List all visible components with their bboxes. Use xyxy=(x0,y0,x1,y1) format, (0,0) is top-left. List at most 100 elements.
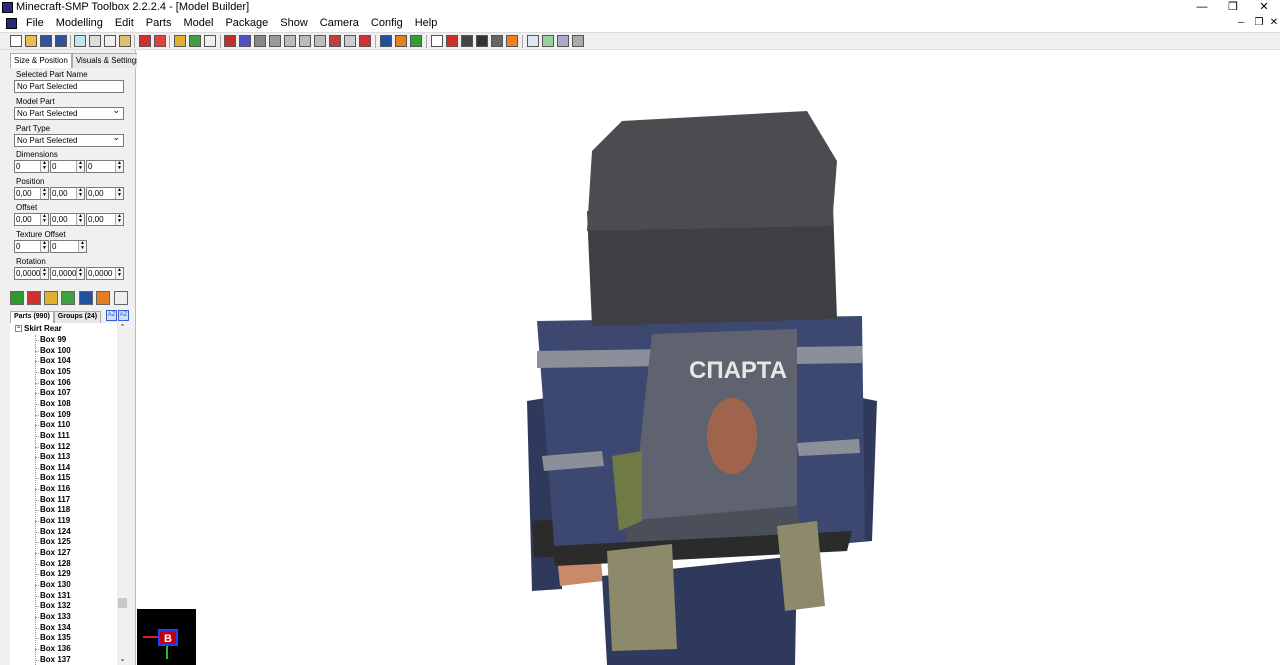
new-file-icon[interactable] xyxy=(10,35,22,47)
spinner-arrows-icon[interactable]: ▲ ▼ xyxy=(76,214,84,225)
tree-item[interactable]: Box 135 xyxy=(35,633,71,642)
scrollbar-thumb[interactable] xyxy=(118,598,127,608)
tree-item[interactable]: Box 134 xyxy=(35,623,71,632)
tree-item[interactable]: Box 133 xyxy=(35,612,71,621)
check-grid-icon[interactable] xyxy=(542,35,554,47)
tree-item[interactable]: Box 107 xyxy=(35,388,71,397)
offset-x-spinner[interactable]: 0,00 ▲ ▼ xyxy=(14,213,49,226)
graph-part-icon[interactable] xyxy=(79,291,93,305)
open-folder-icon[interactable] xyxy=(25,35,37,47)
tree-item[interactable]: Box 106 xyxy=(35,378,71,387)
minimize-button[interactable]: — xyxy=(1187,0,1217,15)
tree-item[interactable]: Box 111 xyxy=(35,431,70,440)
brush-part-icon[interactable] xyxy=(96,291,110,305)
spinner-arrows-icon[interactable]: ▲ ▼ xyxy=(115,268,123,279)
selected-part-name-input[interactable]: No Part Selected xyxy=(14,80,124,93)
tree-item[interactable]: Box 99 xyxy=(34,335,66,344)
tree-item[interactable]: Box 130 xyxy=(35,580,71,589)
position-x-spinner[interactable]: 0,00 ▲ ▼ xyxy=(14,187,49,200)
tree-root-node[interactable]: − Skirt Rear xyxy=(15,324,62,333)
center-icon[interactable] xyxy=(359,35,371,47)
sphere-icon[interactable] xyxy=(476,35,488,47)
grid-icon[interactable] xyxy=(527,35,539,47)
menu-camera[interactable]: Camera xyxy=(314,17,365,30)
child-minimize-button[interactable]: – xyxy=(1232,17,1250,28)
tools-icon[interactable] xyxy=(572,35,584,47)
tree-item[interactable]: Box 118 xyxy=(34,505,70,514)
move-z-icon[interactable] xyxy=(254,35,266,47)
rotation-z-spinner[interactable]: 0,0000 ▲ ▼ xyxy=(86,267,124,280)
dimension-z-spinner[interactable]: 0 ▲ ▼ xyxy=(86,160,124,173)
tree-item[interactable]: Box 108 xyxy=(35,399,71,408)
spinner-arrows-icon[interactable]: ▲ ▼ xyxy=(40,161,48,172)
brush-icon[interactable] xyxy=(395,35,407,47)
spinner-arrows-icon[interactable]: ▲ ▼ xyxy=(115,161,123,172)
flip-icon[interactable] xyxy=(344,35,356,47)
menu-edit[interactable]: Edit xyxy=(109,17,140,30)
offset-y-spinner[interactable]: 0,00 ▲ ▼ xyxy=(50,213,85,226)
tab-size-position[interactable]: Size & Position xyxy=(10,53,72,68)
spinner-arrows-icon[interactable]: ▲ ▼ xyxy=(40,268,48,279)
tab-parts[interactable]: Parts (990) xyxy=(10,311,54,323)
rotate-z-icon[interactable] xyxy=(314,35,326,47)
preview-icon[interactable] xyxy=(74,35,86,47)
rotate-y-icon[interactable] xyxy=(299,35,311,47)
dimension-x-spinner[interactable]: 0 ▲ ▼ xyxy=(14,160,49,173)
tree-scrollbar[interactable]: ⌃ ⌄ xyxy=(117,323,128,665)
tree-item[interactable]: Box 100 xyxy=(35,346,71,355)
spinner-arrows-icon[interactable]: ▲ ▼ xyxy=(40,214,48,225)
tree-item[interactable]: Box 117 xyxy=(34,495,70,504)
stop-icon[interactable] xyxy=(446,35,458,47)
collapse-icon[interactable]: − xyxy=(15,325,22,333)
copy-icon[interactable] xyxy=(104,35,116,47)
settings-icon[interactable] xyxy=(557,35,569,47)
spinner-arrows-icon[interactable]: ▲ ▼ xyxy=(40,241,48,252)
spinner-arrows-icon[interactable]: ▲ ▼ xyxy=(78,241,86,252)
texture-icon[interactable] xyxy=(189,35,201,47)
spinner-arrows-icon[interactable]: ▲ ▼ xyxy=(115,214,123,225)
tree-item[interactable]: Box 125 xyxy=(35,537,71,546)
spinner-arrows-icon[interactable]: ▲ ▼ xyxy=(115,188,123,199)
part-type-select[interactable]: No Part Selected xyxy=(14,134,124,147)
tab-groups[interactable]: Groups (24) xyxy=(53,311,102,323)
menu-package[interactable]: Package xyxy=(219,17,274,30)
menu-parts[interactable]: Parts xyxy=(140,17,178,30)
save-icon[interactable] xyxy=(40,35,52,47)
tree-item[interactable]: Box 115 xyxy=(34,473,70,482)
pencil-part-icon[interactable] xyxy=(44,291,58,305)
bar-chart-icon[interactable] xyxy=(380,35,392,47)
move-y-icon[interactable] xyxy=(239,35,251,47)
camera-icon[interactable] xyxy=(491,35,503,47)
graph-icon[interactable] xyxy=(410,35,422,47)
parts-tree[interactable]: − Skirt Rear Box 99 Box 100 Box 104 Box 105 B… xyxy=(10,323,128,665)
add-shape-icon[interactable] xyxy=(154,35,166,47)
add-shape-part-icon[interactable] xyxy=(27,291,41,305)
position-z-spinner[interactable]: 0,00 ▲ ▼ xyxy=(86,187,124,200)
position-y-spinner[interactable]: 0,00 ▲ ▼ xyxy=(50,187,85,200)
sort-ascending-icon[interactable]: AZ xyxy=(106,310,117,321)
spinner-arrows-icon[interactable]: ▲ ▼ xyxy=(76,188,84,199)
tree-item[interactable]: Box 136 xyxy=(35,644,71,653)
menu-modelling[interactable]: Modelling xyxy=(50,17,109,30)
add-box-icon[interactable] xyxy=(139,35,151,47)
rotation-y-spinner[interactable]: 0,0000 ▲ ▼ xyxy=(50,267,85,280)
texture-offset-y-spinner[interactable]: 0 ▲ ▼ xyxy=(50,240,87,253)
scroll-down-icon[interactable]: ⌄ xyxy=(117,655,128,665)
tree-item[interactable]: Box 137 xyxy=(35,655,71,664)
rotate-x-icon[interactable] xyxy=(284,35,296,47)
tree-item[interactable]: Box 104 xyxy=(35,356,71,365)
menu-help[interactable]: Help xyxy=(409,17,444,30)
menu-config[interactable]: Config xyxy=(365,17,409,30)
move-x-icon[interactable] xyxy=(224,35,236,47)
model-part-select[interactable]: No Part Selected xyxy=(14,107,124,120)
3d-viewport[interactable]: СПАРТА B xyxy=(137,51,1280,665)
tree-item[interactable]: Box 131 xyxy=(35,591,71,600)
texture-part-icon[interactable] xyxy=(61,291,75,305)
spinner-arrows-icon[interactable]: ▲ ▼ xyxy=(76,161,84,172)
tree-item[interactable]: Box 124 xyxy=(35,527,71,536)
tree-item[interactable]: Box 128 xyxy=(35,559,71,568)
delete-part-icon[interactable] xyxy=(114,291,128,305)
pencil-icon[interactable] xyxy=(174,35,186,47)
child-close-button[interactable]: ✕ xyxy=(1265,17,1280,28)
menu-model[interactable]: Model xyxy=(177,17,219,30)
